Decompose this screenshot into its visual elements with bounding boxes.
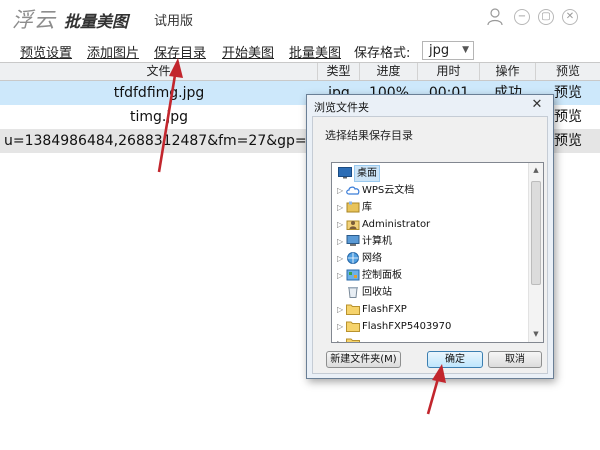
dialog-close-icon[interactable]: ✕ xyxy=(527,97,547,113)
tree-item-label: Administrator xyxy=(362,219,431,230)
menu-save-directory[interactable]: 保存目录 xyxy=(154,42,206,61)
library-icon xyxy=(346,201,360,213)
expand-icon[interactable]: ▷ xyxy=(337,301,343,318)
user-folder-icon xyxy=(346,220,360,230)
column-header-action[interactable]: 操作 xyxy=(480,63,536,80)
tree-item-network[interactable]: ▷ 网络 xyxy=(332,250,528,267)
menu-preview-settings[interactable]: 预览设置 xyxy=(20,42,72,61)
scroll-down-icon[interactable]: ▼ xyxy=(529,327,543,342)
tree-item-recycle-bin[interactable]: 回收站 xyxy=(332,284,528,301)
tree-item-label: FlashFXP5403970 xyxy=(362,321,452,332)
menu-start-beautify[interactable]: 开始美图 xyxy=(222,42,274,61)
dialog-body: 选择结果保存目录 桌面 ▷ WPS云文档 ▷ 库 ▷ Administrator… xyxy=(312,116,548,374)
file-name: u=1384986484,2688312487&fm=27&gp=0.j... xyxy=(4,133,318,149)
ok-button[interactable]: 确定 xyxy=(427,351,483,368)
tree-item-flashfxp[interactable]: ▷ FlashFXP xyxy=(332,301,528,318)
tree-scrollbar[interactable]: ▲ ▼ xyxy=(528,163,543,342)
column-header-time[interactable]: 用时 xyxy=(418,63,480,80)
tree-item-computer[interactable]: ▷ 计算机 xyxy=(332,233,528,250)
maximize-icon[interactable]: ▢ xyxy=(538,9,554,25)
expand-icon[interactable]: ▷ xyxy=(337,318,343,335)
dialog-instruction: 选择结果保存目录 xyxy=(325,129,413,142)
column-header-preview[interactable]: 预览 xyxy=(536,63,600,80)
computer-icon xyxy=(346,235,360,246)
folder-tree[interactable]: 桌面 ▷ WPS云文档 ▷ 库 ▷ Administrator ▷ 计算机 ▷ … xyxy=(331,162,544,343)
title-bar: 浮云 批量美图 试用版 − ▢ ✕ xyxy=(0,0,600,38)
file-name: tfdfdfimg.jpg xyxy=(113,85,205,101)
save-format-label: 保存格式: xyxy=(354,46,411,61)
save-format-select[interactable]: jpg ▼ xyxy=(422,41,474,60)
tree-item-flashfxp5403970[interactable]: ▷ FlashFXP5403970 xyxy=(332,318,528,335)
app-logo: 浮云 xyxy=(12,8,56,32)
tree-item-label: 库 xyxy=(362,202,372,213)
expand-icon[interactable]: ▷ xyxy=(337,199,343,216)
folder-icon xyxy=(346,338,360,342)
tree-item-desktop[interactable]: 桌面 xyxy=(332,165,528,182)
file-name: timg.jpg xyxy=(129,109,189,125)
tree-item-library[interactable]: ▷ 库 xyxy=(332,199,528,216)
folder-icon xyxy=(346,321,360,332)
tree-item-partial[interactable]: ▷ xyxy=(332,335,528,342)
tree-item-administrator[interactable]: ▷ Administrator xyxy=(332,216,528,233)
edition-label: 试用版 xyxy=(154,14,194,29)
expand-icon[interactable]: ▷ xyxy=(337,267,343,284)
scroll-thumb[interactable] xyxy=(531,181,541,285)
menu-batch-beautify[interactable]: 批量美图 xyxy=(289,42,341,61)
minimize-icon[interactable]: − xyxy=(514,9,530,25)
chevron-down-icon: ▼ xyxy=(462,45,469,55)
cancel-button[interactable]: 取消 xyxy=(488,351,542,368)
new-folder-button[interactable]: 新建文件夹(M) xyxy=(326,351,401,368)
tree-item-wps-cloud[interactable]: ▷ WPS云文档 xyxy=(332,182,528,199)
browse-folder-dialog: 浏览文件夹 ✕ 选择结果保存目录 桌面 ▷ WPS云文档 ▷ 库 ▷ Admin… xyxy=(306,94,554,379)
column-header-progress[interactable]: 进度 xyxy=(360,63,418,80)
column-header-file[interactable]: 文件 xyxy=(0,63,318,80)
tree-item-label: 网络 xyxy=(362,253,382,264)
expand-icon[interactable]: ▷ xyxy=(337,250,343,267)
expand-icon[interactable]: ▷ xyxy=(337,233,343,250)
tree-item-control-panel[interactable]: ▷ 控制面板 xyxy=(332,267,528,284)
tree-item-label: WPS云文档 xyxy=(362,185,415,196)
expand-icon[interactable]: ▷ xyxy=(337,216,343,233)
tree-item-label: FlashFXP xyxy=(362,304,407,315)
user-icon[interactable] xyxy=(487,8,503,26)
scroll-up-icon[interactable]: ▲ xyxy=(529,163,543,178)
expand-icon[interactable]: ▷ xyxy=(337,182,343,199)
column-header-type[interactable]: 类型 xyxy=(318,63,360,80)
tree-item-label: 计算机 xyxy=(362,236,392,247)
app-name: 批量美图 xyxy=(64,12,129,31)
folder-icon xyxy=(346,304,360,315)
expand-icon[interactable]: ▷ xyxy=(337,335,343,342)
table-header: 文件 类型 进度 用时 操作 预览 xyxy=(0,62,600,81)
close-icon[interactable]: ✕ xyxy=(562,9,578,25)
control-panel-icon xyxy=(346,269,360,281)
tree-item-label: 桌面 xyxy=(354,165,380,182)
save-format-value: jpg xyxy=(429,43,450,58)
network-icon xyxy=(347,252,359,264)
recycle-bin-icon xyxy=(348,287,358,298)
menu-add-images[interactable]: 添加图片 xyxy=(87,42,139,61)
tree-item-label: 控制面板 xyxy=(362,270,402,281)
dialog-title: 浏览文件夹 xyxy=(314,101,369,114)
desktop-icon xyxy=(338,167,352,179)
tree-item-label: 回收站 xyxy=(362,287,392,298)
cloud-icon xyxy=(346,186,360,195)
menu-bar: 预览设置 添加图片 保存目录 开始美图 批量美图 保存格式: xyxy=(0,38,600,62)
